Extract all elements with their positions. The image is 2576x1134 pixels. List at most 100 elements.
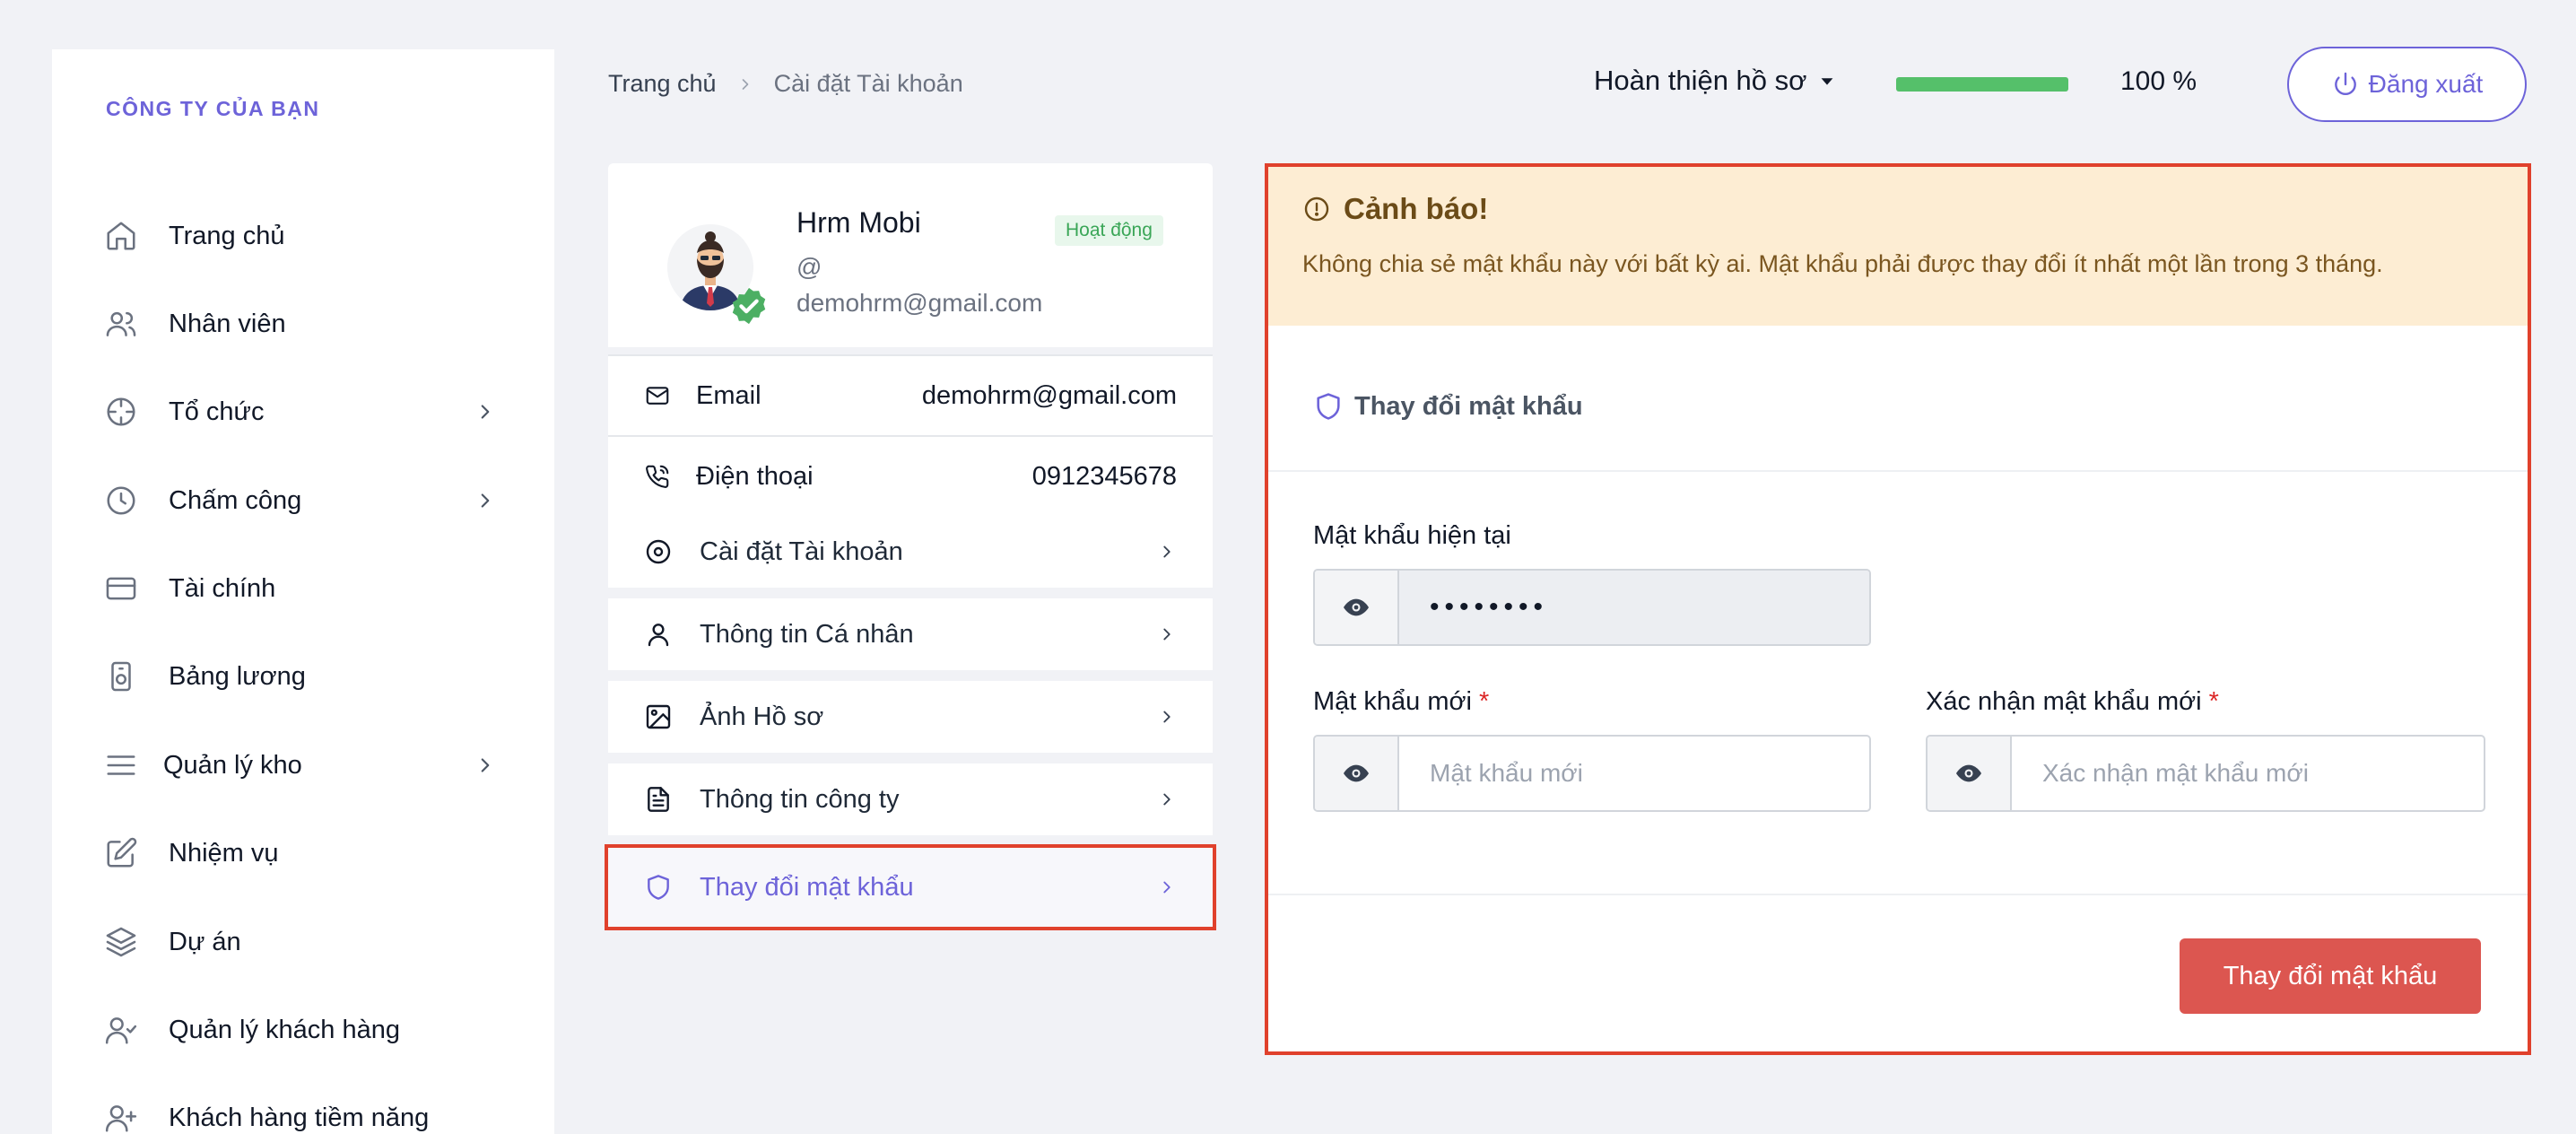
- chevron-right-icon: [1163, 711, 1171, 723]
- menu-label: Thông tin công ty: [700, 784, 900, 814]
- profile-menu-personal-info[interactable]: Thông tin Cá nhân: [608, 598, 1213, 676]
- image-icon: [646, 704, 671, 729]
- power-icon: [2334, 72, 2356, 95]
- sidebar-item-label: Quản lý kho: [163, 750, 302, 780]
- sidebar-item-organization[interactable]: Tổ chức: [52, 380, 554, 443]
- user-check-icon: [105, 1017, 137, 1044]
- phone-icon: [646, 465, 669, 488]
- info-label: Điện thoại: [696, 461, 814, 491]
- chevron-right-icon: [1163, 545, 1171, 558]
- layers-icon: [106, 927, 136, 957]
- profile-menu-company-info[interactable]: Thông tin công ty: [608, 763, 1213, 841]
- alert-title-text: Cảnh báo!: [1344, 192, 1489, 225]
- status-badge: Hoạt động: [1055, 215, 1163, 246]
- new-password-input[interactable]: [1399, 737, 1869, 810]
- profile-progress-bar: [1896, 77, 2068, 92]
- change-password-submit-button[interactable]: Thay đổi mật khẩu: [2180, 938, 2481, 1014]
- breadcrumb-current: Cài đặt Tài khoản: [773, 70, 963, 97]
- credit-card-icon: [106, 577, 136, 600]
- sidebar-item-leads[interactable]: Khách hàng tiềm năng: [52, 1086, 554, 1134]
- menu-label: Ảnh Hồ sơ: [700, 702, 824, 731]
- toggle-visibility-button[interactable]: [1315, 571, 1399, 644]
- clock-icon: [107, 486, 135, 515]
- caret-down-icon: [1822, 78, 1833, 85]
- menu-icon: [107, 755, 135, 775]
- section-title: Thay đổi mật khẩu: [1313, 391, 1583, 422]
- current-password-label: Mật khẩu hiện tại: [1313, 521, 1511, 551]
- info-value: demohrm@gmail.com: [921, 380, 1177, 410]
- crosshair-icon: [107, 397, 135, 426]
- logout-label: Đăng xuất: [2368, 70, 2484, 98]
- sidebar-item-label: Nhiệm vụ: [169, 838, 279, 868]
- safe-icon: [111, 661, 131, 692]
- sidebar-item-label: Chấm công: [169, 485, 302, 515]
- toggle-visibility-button[interactable]: [1928, 737, 2012, 810]
- confirm-password-label-text: Xác nhận mật khẩu mới: [1926, 687, 2202, 716]
- change-password-panel: Cảnh báo! Không chia sẻ mật khẩu này với…: [1265, 163, 2531, 1055]
- toggle-visibility-button[interactable]: [1315, 737, 1399, 810]
- sidebar-item-payroll[interactable]: Bảng lương: [52, 645, 554, 708]
- profile-handle: @: [796, 253, 822, 281]
- profile-card: Hrm Mobi Hoạt động @ demohrm@gmail.com E…: [605, 163, 1216, 933]
- menu-label: Thông tin Cá nhân: [700, 619, 914, 649]
- profile-progress-text: 100 %: [2120, 66, 2197, 96]
- home-icon: [107, 222, 135, 250]
- alert-title: Cảnh báo!: [1302, 192, 2493, 226]
- chevron-right-icon: [1163, 793, 1171, 806]
- edit-icon: [107, 837, 137, 868]
- file-text-icon: [648, 787, 669, 812]
- profile-menu-account-settings[interactable]: Cài đặt Tài khoản: [608, 516, 1213, 593]
- menu-label: Thay đổi mật khẩu: [700, 872, 914, 902]
- sidebar-item-customers[interactable]: Quản lý khách hàng: [52, 999, 554, 1061]
- info-row-phone: Điện thoại 0912345678: [608, 435, 1213, 516]
- chevron-right-icon: [742, 78, 748, 90]
- current-password-label-text: Mật khẩu hiện tại: [1313, 521, 1511, 550]
- users-icon: [106, 311, 136, 336]
- divider: [1268, 470, 2528, 472]
- profile-progress-fill: [1896, 77, 2068, 92]
- divider: [1268, 894, 2528, 895]
- breadcrumb-home-link[interactable]: Trang chủ: [608, 70, 717, 98]
- disc-icon: [646, 539, 671, 564]
- warning-alert: Cảnh báo! Không chia sẻ mật khẩu này với…: [1268, 167, 2528, 326]
- sidebar-item-projects[interactable]: Dự án: [52, 911, 554, 973]
- sidebar-item-label: Dự án: [169, 927, 241, 956]
- company-name: CÔNG TY CỦA BẠN: [106, 97, 320, 120]
- profile-complete-dropdown[interactable]: Hoàn thiện hồ sơ: [1594, 65, 1837, 97]
- sidebar-item-home[interactable]: Trang chủ: [52, 205, 554, 267]
- chevron-right-icon: [1163, 628, 1171, 641]
- user-plus-icon: [105, 1105, 137, 1132]
- sidebar-item-employees[interactable]: Nhân viên: [52, 292, 554, 355]
- eye-icon: [1344, 764, 1369, 782]
- mail-icon: [646, 387, 669, 405]
- profile-summary: Hrm Mobi Hoạt động @ demohrm@gmail.com: [608, 163, 1213, 347]
- sidebar-item-timekeeping[interactable]: Chấm công: [52, 469, 554, 532]
- section-title-text: Thay đổi mật khẩu: [1354, 391, 1583, 421]
- sidebar-item-label: Trang chủ: [169, 221, 285, 250]
- sidebar-item-label: Khách hàng tiềm năng: [169, 1103, 430, 1132]
- new-password-group: [1313, 735, 1871, 812]
- profile-email-subtitle: demohrm@gmail.com: [796, 289, 1043, 317]
- sidebar-item-finance[interactable]: Tài chính: [52, 557, 554, 620]
- chevron-right-icon: [1163, 881, 1171, 894]
- menu-label: Cài đặt Tài khoản: [700, 536, 903, 566]
- alert-message: Không chia sẻ mật khẩu này với bất kỳ ai…: [1302, 250, 2383, 277]
- new-password-label-text: Mật khẩu mới: [1313, 687, 1472, 716]
- sidebar-item-label: Bảng lương: [169, 661, 306, 691]
- breadcrumb: Trang chủ Cài đặt Tài khoản: [608, 70, 963, 98]
- verified-badge-icon: [732, 287, 766, 325]
- current-password-group: [1313, 569, 1871, 646]
- profile-menu-profile-photo[interactable]: Ảnh Hồ sơ: [608, 681, 1213, 758]
- required-mark: *: [2208, 687, 2219, 716]
- chevron-right-icon: [481, 405, 490, 419]
- profile-name: Hrm Mobi: [796, 206, 921, 239]
- current-password-input[interactable]: [1399, 571, 1869, 644]
- confirm-password-input[interactable]: [2012, 737, 2484, 810]
- sidebar: CÔNG TY CỦA BẠN Trang chủ Nhân viên Tổ c…: [52, 49, 554, 1134]
- sidebar-item-tasks[interactable]: Nhiệm vụ: [52, 822, 554, 885]
- new-password-label: Mật khẩu mới *: [1313, 687, 1489, 717]
- sidebar-item-warehouse[interactable]: Quản lý kho: [52, 734, 554, 797]
- profile-menu-change-password[interactable]: Thay đổi mật khẩu: [605, 844, 1216, 930]
- sidebar-item-label: Nhân viên: [169, 309, 286, 338]
- logout-button[interactable]: Đăng xuất: [2287, 47, 2527, 122]
